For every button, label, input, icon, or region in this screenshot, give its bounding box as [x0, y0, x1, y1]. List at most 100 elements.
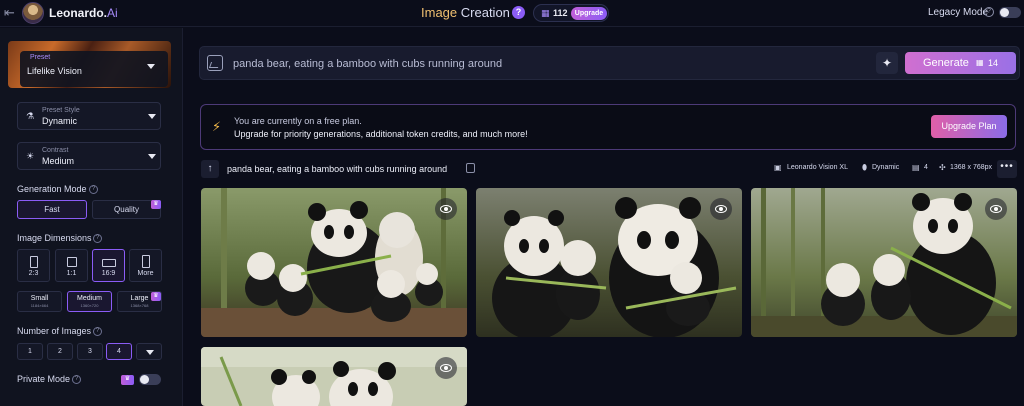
more-options-button[interactable]: •••	[997, 160, 1017, 178]
view-eye-icon[interactable]	[710, 198, 732, 220]
number-more-dropdown[interactable]	[136, 343, 162, 360]
prompt-input[interactable]: panda bear, eating a bamboo with cubs ru…	[233, 58, 502, 70]
page-title: Image Creation	[421, 5, 510, 20]
contrast-label: Contrast	[42, 147, 69, 154]
generate-label: Generate	[923, 57, 969, 69]
brand-logo[interactable]: Leonardo.Ai	[49, 6, 118, 20]
generated-image-1[interactable]	[201, 188, 467, 337]
view-eye-icon[interactable]	[435, 357, 457, 379]
sun-icon: ☀	[26, 151, 35, 161]
private-mode-toggle[interactable]	[139, 374, 161, 385]
prompt-enhance-sparkle-icon[interactable]: ✦	[876, 52, 898, 74]
token-icon: ▦	[976, 58, 984, 67]
size-small-button[interactable]: Small 1184×664	[17, 291, 62, 312]
dimension-label: More	[137, 270, 154, 277]
panda-image	[201, 347, 467, 406]
resolution-icon: ✣	[939, 163, 946, 172]
style-icon: ⬮	[862, 163, 868, 172]
help-icon[interactable]: ?	[93, 327, 102, 336]
mode-fast-button[interactable]: Fast	[17, 200, 87, 219]
image-count-icon: ▤	[912, 163, 920, 172]
chevron-down-icon	[148, 154, 156, 159]
free-plan-banner: ⚡ You are currently on a free plan. Upgr…	[200, 104, 1016, 150]
image-dimensions-title: Image Dimensions	[17, 233, 92, 243]
premium-icon: ♛	[151, 292, 161, 301]
preset-label: Preset	[30, 54, 51, 61]
upgrade-button[interactable]: Upgrade	[571, 7, 607, 20]
dimension-label: 16:9	[101, 270, 116, 277]
preset-chevron-down-icon	[147, 64, 155, 69]
size-label: Medium	[77, 295, 102, 302]
view-eye-icon[interactable]	[435, 198, 457, 220]
size-resolution: 1368×768	[130, 303, 149, 308]
panda-image	[751, 188, 1017, 337]
generation-header: ↑ panda bear, eating a bamboo with cubs …	[200, 160, 1020, 178]
arrow-up-icon[interactable]: ↑	[201, 160, 219, 178]
square-icon	[67, 257, 77, 267]
copy-icon[interactable]	[466, 163, 475, 173]
legacy-mode-label: Legacy Mode	[928, 7, 989, 18]
toggle-knob	[1000, 8, 1009, 17]
brand-suffix: Ai	[107, 6, 118, 20]
number-3-button[interactable]: 3	[77, 343, 103, 360]
page-title-word1: Image	[421, 5, 458, 20]
image-upload-icon[interactable]	[207, 55, 223, 71]
avatar[interactable]	[22, 2, 44, 24]
token-balance[interactable]: ▦ 112 Upgrade	[533, 4, 609, 22]
preset-style-label: Preset Style	[42, 107, 80, 114]
chevron-down-icon	[146, 350, 154, 355]
preset-style-select[interactable]: ⚗ Preset Style Dynamic	[17, 102, 161, 130]
token-count: 112	[553, 8, 568, 18]
generated-image-3[interactable]	[751, 188, 1017, 337]
size-medium-button[interactable]: Medium 1360×720	[67, 291, 112, 312]
dimension-2-3-button[interactable]: 2:3	[17, 249, 50, 282]
size-resolution: 1360×720	[80, 303, 99, 308]
help-icon[interactable]: ?	[93, 234, 102, 243]
number-4-button[interactable]: 4	[106, 343, 132, 360]
private-mode-label: Private Mode	[17, 374, 71, 384]
number-2-button[interactable]: 2	[47, 343, 73, 360]
number-1-button[interactable]: 1	[17, 343, 43, 360]
upgrade-plan-button[interactable]: Upgrade Plan	[931, 115, 1007, 138]
contrast-select[interactable]: ☀ Contrast Medium	[17, 142, 161, 170]
style-name: Dynamic	[872, 164, 900, 171]
prompt-bar: panda bear, eating a bamboo with cubs ru…	[199, 46, 1020, 80]
toggle-knob	[140, 375, 149, 384]
tall-icon	[142, 255, 150, 268]
page-title-word2: Creation	[460, 5, 510, 20]
generated-image-2[interactable]	[476, 188, 742, 337]
model-name: Leonardo Vision XL	[787, 164, 848, 171]
dimension-more-button[interactable]: More	[129, 249, 162, 282]
resolution: 1368 x 768px	[950, 164, 993, 171]
dimension-1-1-button[interactable]: 1:1	[55, 249, 88, 282]
dimension-16-9-button[interactable]: 16:9	[92, 249, 125, 282]
brand-name: Leonardo.	[49, 6, 108, 20]
panda-image	[476, 188, 742, 337]
legacy-mode-toggle[interactable]	[999, 7, 1021, 18]
flask-icon: ⚗	[26, 111, 35, 121]
banner-line2: Upgrade for priority generations, additi…	[234, 129, 528, 139]
help-icon[interactable]: ?	[512, 6, 525, 19]
panda-image	[201, 188, 467, 337]
landscape-icon	[102, 259, 116, 267]
dimension-label: 1:1	[66, 270, 77, 277]
number-of-images-title: Number of Images	[17, 326, 92, 336]
premium-icon: ♛	[151, 200, 161, 209]
legacy-help-icon[interactable]: ?	[984, 7, 994, 17]
lightning-icon: ⚡	[212, 119, 222, 134]
preset-style-value: Dynamic	[42, 116, 78, 126]
model-icon: ▣	[774, 163, 782, 172]
image-count: 4	[924, 164, 928, 171]
token-icon: ▦	[541, 8, 550, 18]
back-arrow-icon[interactable]: ⇤	[4, 5, 20, 21]
size-label: Small	[30, 295, 49, 302]
help-icon[interactable]: ?	[72, 375, 81, 384]
generated-image-4[interactable]	[201, 347, 467, 406]
generate-button[interactable]: Generate ▦ 14	[905, 52, 1016, 74]
help-icon[interactable]: ?	[89, 185, 98, 194]
view-eye-icon[interactable]	[985, 198, 1007, 220]
banner-line1: You are currently on a free plan.	[234, 116, 362, 126]
dimension-label: 2:3	[28, 270, 39, 277]
top-bar: ⇤ Leonardo.Ai Image Creation ? ▦ 112 Upg…	[0, 0, 1024, 27]
premium-icon: ♛	[121, 375, 134, 385]
